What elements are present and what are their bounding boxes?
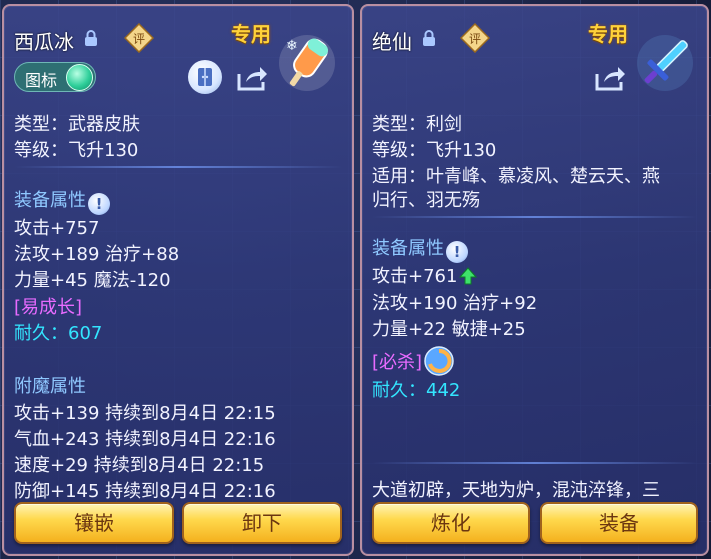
exclusive-tag: 专用 xyxy=(231,22,271,46)
wardrobe-icon[interactable] xyxy=(188,60,222,94)
enchant-line: 速度+29 持续到8月4日 22:15 xyxy=(14,455,265,476)
enchant-line: 防御+145 持续到8月4日 22:16 xyxy=(14,481,276,502)
attr-line: 力量+22 敏捷+25 xyxy=(372,319,526,340)
equip-attr-title: 装备属性! xyxy=(372,234,468,263)
attr-line: 攻击+757 xyxy=(14,218,100,239)
icon-toggle[interactable]: 图标 xyxy=(14,62,96,92)
inlay-button[interactable]: 镶嵌 xyxy=(14,502,174,544)
durability: 耐久：607 xyxy=(14,323,103,344)
item-level: 等级：飞升130 xyxy=(372,140,497,161)
item-name: 西瓜冰 xyxy=(14,30,74,54)
share-icon[interactable] xyxy=(594,64,626,92)
attr-line: 法攻+190 治疗+92 xyxy=(372,293,538,314)
svg-text:❄: ❄ xyxy=(286,38,298,54)
item-fit-classes-cont: 归行、羽无殇 xyxy=(372,190,480,211)
item-tooltip-sword: 绝仙 评 专用 类型：利剑 等级：飞升130 适用：叶青峰、慕凌风、楚云天、燕 … xyxy=(360,4,709,556)
enchant-attr-title: 附魔属性 xyxy=(14,376,86,397)
svg-text:评: 评 xyxy=(133,32,145,46)
unequip-button[interactable]: 卸下 xyxy=(182,502,342,544)
equip-attr-title: 装备属性! xyxy=(14,186,110,215)
lock-icon xyxy=(423,30,435,46)
durability: 耐久：442 xyxy=(372,380,461,401)
enchant-line: 气血+243 持续到8月4日 22:16 xyxy=(14,429,276,450)
item-tooltip-weapon-skin: 西瓜冰 评 专用 ❄ 图标 类型：武器皮肤 等级：飞升130 装备属性! 攻击+… xyxy=(2,4,354,556)
skill-swirl-icon[interactable] xyxy=(424,346,454,376)
toggle-knob xyxy=(66,64,93,91)
rate-icon[interactable]: 评 xyxy=(124,23,154,53)
divider xyxy=(14,166,342,168)
icon-toggle-label: 图标 xyxy=(25,71,58,90)
popsicle-item-icon: ❄ xyxy=(279,35,335,91)
enchant-line: 攻击+139 持续到8月4日 22:15 xyxy=(14,403,276,424)
crit-tag: [必杀] xyxy=(372,346,454,376)
item-type: 类型：武器皮肤 xyxy=(14,114,140,135)
divider xyxy=(372,462,697,464)
svg-text:评: 评 xyxy=(469,32,481,46)
attr-line: 力量+45 魔法-120 xyxy=(14,270,171,291)
item-name: 绝仙 xyxy=(372,30,412,54)
info-icon[interactable]: ! xyxy=(88,193,110,215)
item-lore: 大道初辟，天地为炉，混沌淬锋，三 xyxy=(372,480,660,501)
growth-tag: [易成长] xyxy=(14,297,83,318)
equip-button[interactable]: 装备 xyxy=(540,502,698,544)
attr-line: 法攻+189 治疗+88 xyxy=(14,244,180,265)
rate-icon[interactable]: 评 xyxy=(460,23,490,53)
divider xyxy=(372,216,697,218)
info-icon[interactable]: ! xyxy=(446,241,468,263)
item-fit-classes: 适用：叶青峰、慕凌风、楚云天、燕 xyxy=(372,166,660,187)
lock-icon xyxy=(85,30,97,46)
item-type: 类型：利剑 xyxy=(372,114,462,135)
share-icon[interactable] xyxy=(236,64,268,92)
sword-item-icon xyxy=(637,35,693,91)
refine-button[interactable]: 炼化 xyxy=(372,502,530,544)
attack-line: 攻击+761 xyxy=(372,262,478,288)
exclusive-tag: 专用 xyxy=(588,22,628,46)
item-level: 等级：飞升130 xyxy=(14,140,139,161)
up-arrow-icon xyxy=(459,267,478,285)
